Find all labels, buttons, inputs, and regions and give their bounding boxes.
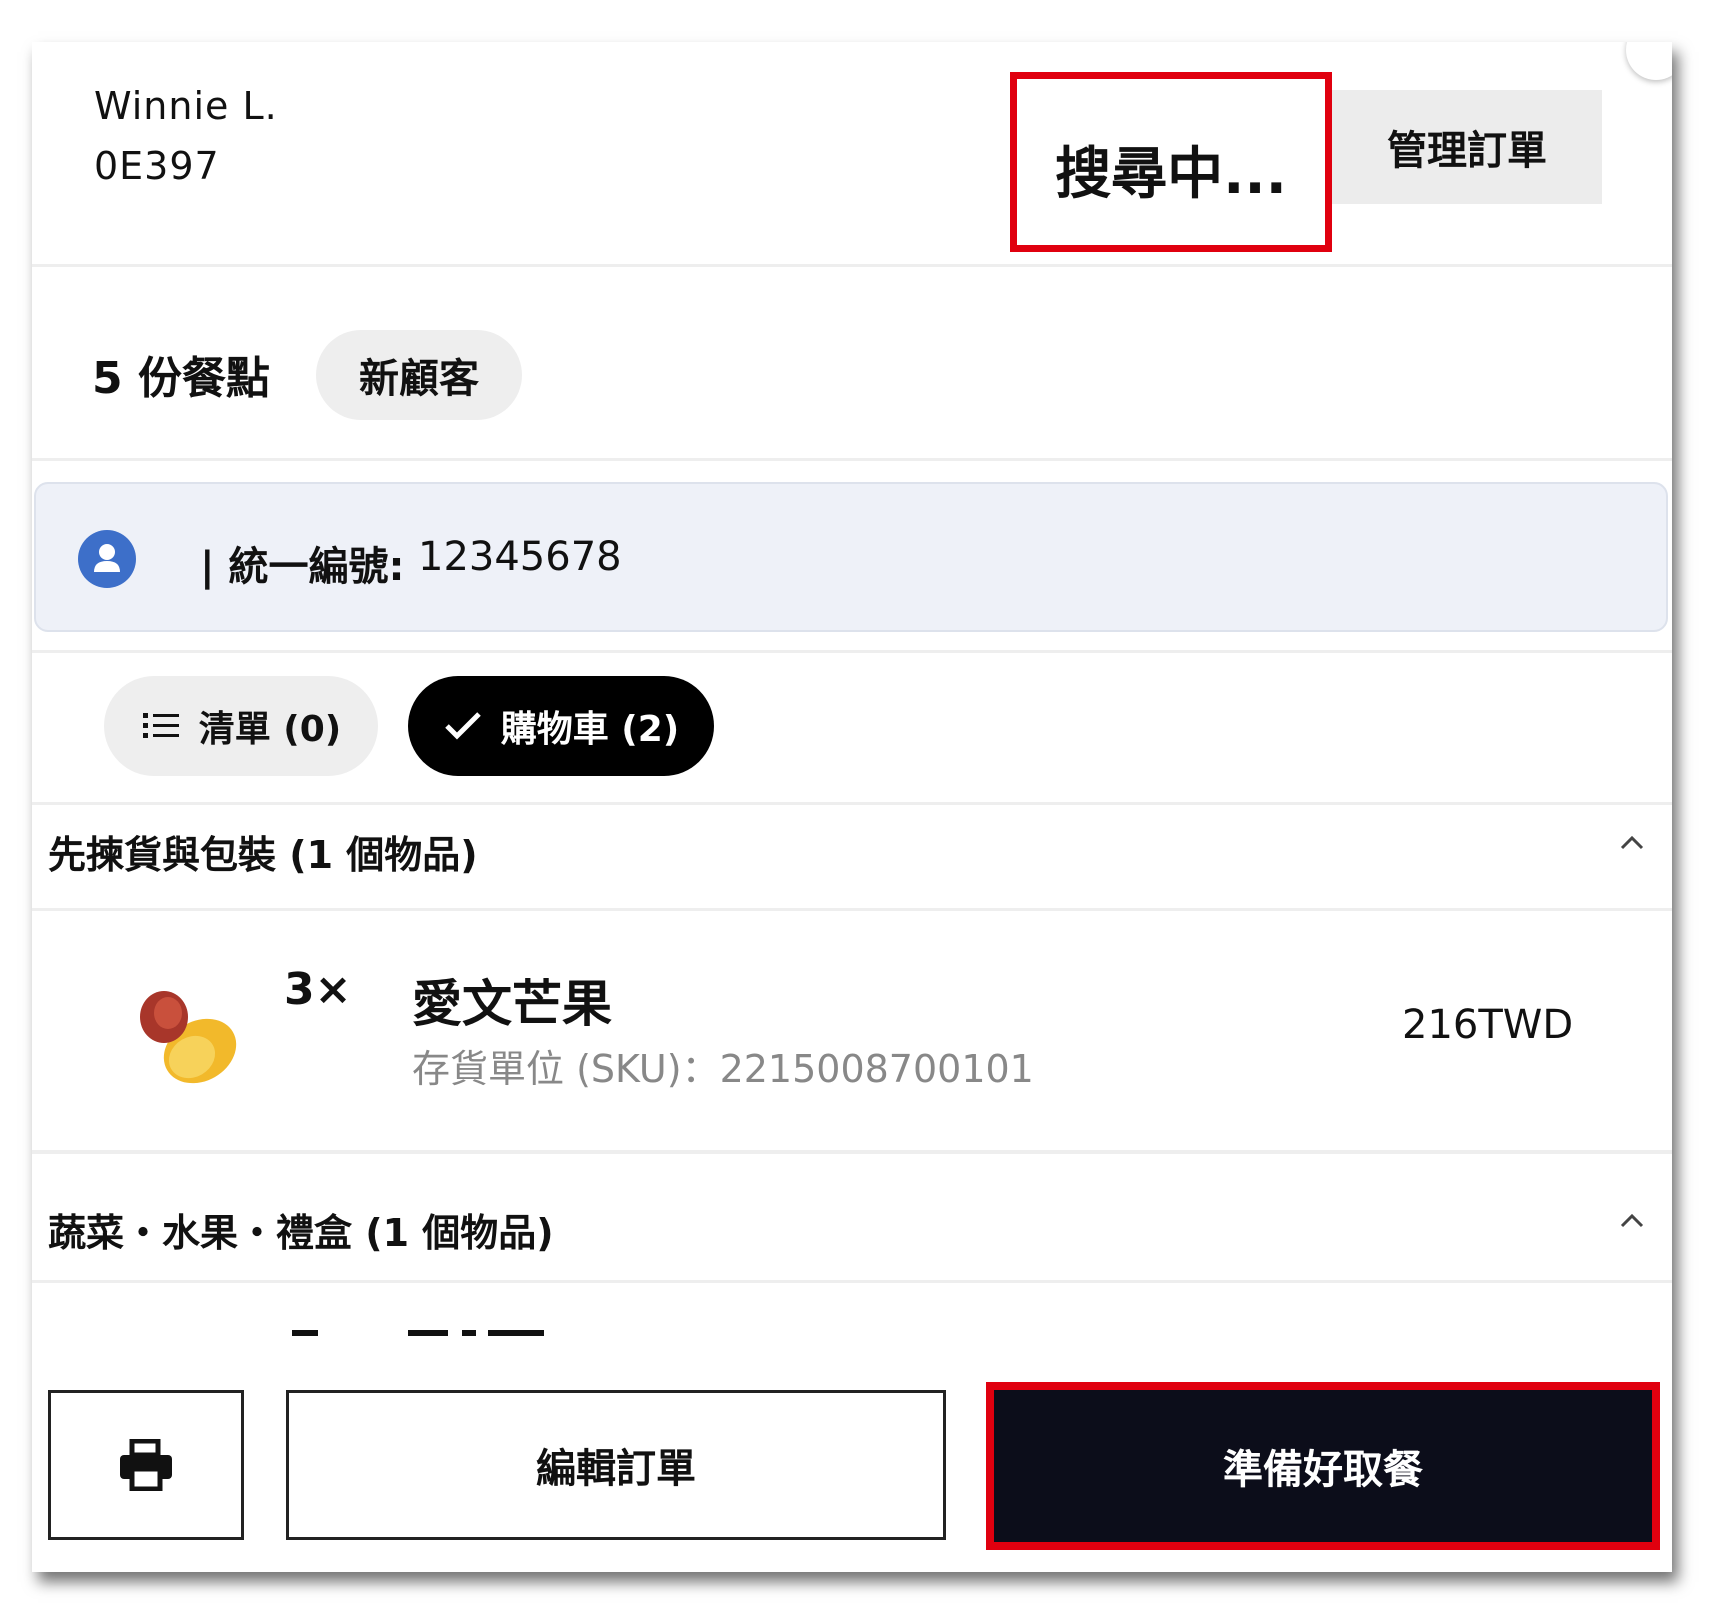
item-sku: 存貨單位 (SKU)：2215008700101	[412, 1047, 1034, 1091]
mango-icon	[124, 977, 244, 1097]
tax-id-label: | 統一編號:	[200, 544, 405, 590]
ready-for-pickup-button[interactable]: 準備好取餐	[994, 1390, 1652, 1542]
check-icon	[444, 712, 481, 740]
chevron-up-icon[interactable]	[1618, 826, 1646, 861]
items-count: 5 份餐點	[92, 353, 270, 404]
edit-order-button[interactable]: 編輯訂單	[286, 1390, 946, 1540]
item-price: 216TWD	[1402, 1002, 1574, 1048]
divider	[32, 1150, 1672, 1154]
tab-list-label: 清單 (0)	[198, 709, 342, 750]
print-button[interactable]	[48, 1390, 244, 1540]
divider	[32, 802, 1672, 805]
tax-id-bar: | 統一編號: 12345678	[34, 482, 1668, 632]
tab-cart-label: 購物車 (2)	[500, 709, 680, 750]
new-customer-badge: 新顧客	[316, 330, 522, 420]
section-title[interactable]: 先揀貨與包裝 (1 個物品)	[48, 824, 478, 879]
customer-name: Winnie L.	[94, 84, 278, 128]
item-name: 愛文芒果	[412, 975, 612, 1033]
tax-id-value: 12345678	[418, 534, 622, 580]
item-quantity: 3×	[284, 964, 352, 1015]
divider	[32, 650, 1672, 653]
divider	[32, 264, 1672, 267]
chevron-up-icon[interactable]	[1618, 1204, 1646, 1239]
tab-list[interactable]: 清單 (0)	[104, 676, 378, 776]
order-status: 搜尋中...	[1010, 72, 1332, 252]
clipped-item-row	[32, 1324, 1672, 1336]
order-status-label: 搜尋中...	[1055, 141, 1287, 207]
tab-cart[interactable]: 購物車 (2)	[408, 676, 714, 776]
order-panel: Winnie L. 0E397 搜尋中... 管理訂單 5 份餐點 新顧客 | …	[32, 42, 1672, 1572]
divider	[32, 1280, 1672, 1283]
list-icon	[142, 713, 179, 738]
user-icon	[78, 530, 136, 588]
printer-icon	[120, 1439, 172, 1491]
ready-button-highlight: 準備好取餐	[986, 1382, 1660, 1550]
manage-order-button[interactable]: 管理訂單	[1332, 90, 1602, 204]
divider	[32, 458, 1672, 461]
panel-corner-handle[interactable]	[1626, 42, 1672, 80]
order-code: 0E397	[94, 144, 220, 188]
divider	[32, 908, 1672, 911]
section-title[interactable]: 蔬菜・水果・禮盒 (1 個物品)	[48, 1202, 554, 1257]
